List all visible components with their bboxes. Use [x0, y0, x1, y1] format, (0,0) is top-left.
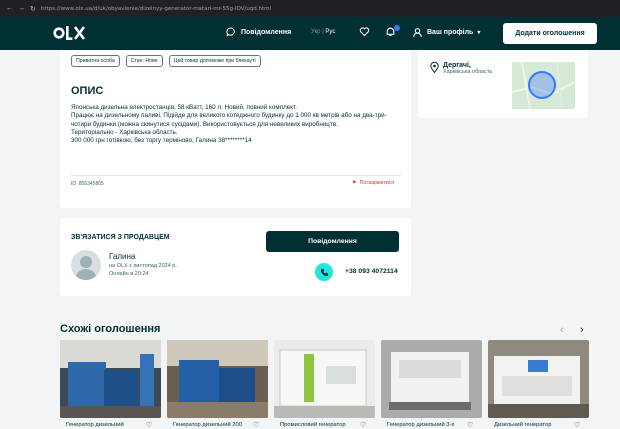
location-region: Харківська область: [443, 69, 493, 75]
phone-glyph-icon: [320, 268, 328, 276]
map-graphic: [512, 62, 575, 109]
similar-item-title[interactable]: Генератор дизельний 200: [173, 422, 242, 428]
generator-photo: [488, 340, 589, 418]
header-messages[interactable]: Повідомлення: [226, 27, 291, 37]
message-seller-button[interactable]: Повідомлення: [266, 231, 399, 252]
phone-icon[interactable]: [315, 263, 333, 281]
similar-item-image[interactable]: [274, 340, 375, 418]
tag-list: Приватна особа Стан: Нове Цей товар допо…: [71, 55, 261, 67]
similar-item-image[interactable]: [60, 340, 161, 418]
similar-item-image[interactable]: [381, 340, 482, 418]
profile-label: Ваш профіль: [427, 29, 474, 36]
seller-phone[interactable]: +38 093 4072114: [345, 268, 398, 275]
add-listing-button[interactable]: Додати оголошення: [503, 23, 597, 44]
carousel-next-icon[interactable]: ›: [580, 324, 584, 336]
favorite-heart-icon[interactable]: ♡: [146, 421, 152, 429]
report-link[interactable]: ⚑ Поскаржитися: [352, 180, 394, 186]
generator-photo: [60, 340, 161, 418]
lang-ukr[interactable]: Укр: [311, 29, 321, 35]
generator-photo: [381, 340, 482, 418]
description-line: Працює на дизельному паливі. Підійде для…: [71, 112, 387, 128]
profile-menu[interactable]: Ваш профіль ▾: [412, 27, 480, 38]
favorite-heart-icon[interactable]: ♡: [467, 421, 473, 429]
tag-condition[interactable]: Стан: Нове: [125, 55, 163, 67]
seller-since: на OLX з листопад 2024 р.: [109, 263, 177, 269]
reload-icon[interactable]: ↻: [30, 5, 36, 13]
description-heading: ОПИС: [71, 85, 104, 97]
chat-icon: [226, 27, 235, 37]
avatar-placeholder-icon: [75, 256, 97, 280]
similar-item-title[interactable]: Дизельний генератор: [494, 422, 551, 428]
location-pin-icon: [430, 62, 439, 73]
language-switch: Укр | Рус: [311, 29, 335, 35]
notification-badge: [394, 25, 400, 31]
similar-item-image[interactable]: [488, 340, 589, 418]
generator-photo: [167, 340, 268, 418]
description-line: 300 000 грн готівкою, без торгу термінов…: [71, 137, 252, 145]
user-icon: [413, 28, 422, 37]
url-bar[interactable]: https://www.olx.ua/d/uk/obyavlenie/dizel…: [41, 6, 614, 12]
header-messages-label: Повідомлення: [241, 28, 292, 36]
olx-logo[interactable]: [53, 23, 86, 43]
location-info: Дергачі, Харківська область: [430, 62, 492, 75]
seller-online: Онлайн в 20:24: [109, 271, 149, 277]
favorite-heart-icon[interactable]: ♡: [360, 421, 366, 429]
description-line: Територіально - Харківська область.: [71, 128, 178, 136]
generator-photo: [274, 340, 375, 418]
lang-separator: |: [322, 29, 324, 35]
divider: [71, 175, 401, 176]
tag-blackout[interactable]: Цей товар допоможе при блекауті: [168, 55, 261, 67]
location-map[interactable]: [512, 62, 575, 109]
tag-private[interactable]: Приватна особа: [71, 55, 120, 67]
avatar: [71, 250, 101, 280]
favorite-heart-icon[interactable]: ♡: [574, 421, 580, 429]
flag-icon: ⚑: [352, 180, 357, 186]
forward-icon[interactable]: →: [18, 5, 25, 12]
description-text: Японська дизельна електростанція, 58 кВа…: [71, 104, 401, 145]
heart-icon[interactable]: [359, 26, 370, 37]
browser-bar: ← → ↻ https://www.olx.ua/d/uk/obyavlenie…: [0, 0, 620, 17]
carousel-prev-icon[interactable]: ‹: [560, 324, 564, 336]
seller-name[interactable]: Галина: [109, 252, 135, 261]
similar-item-title[interactable]: Генератор дизельний: [66, 422, 124, 428]
ad-id: ID: 856345865: [71, 181, 104, 187]
favorite-heart-icon[interactable]: ♡: [253, 421, 259, 429]
similar-heading: Схожі оголошення: [60, 323, 161, 335]
report-label: Поскаржитися: [359, 180, 395, 186]
contact-heading: ЗВ'ЯЗАТИСЯ З ПРОДАВЦЕМ: [71, 234, 170, 241]
similar-item-title[interactable]: Генератор дизельний 3-х: [387, 422, 454, 428]
chevron-down-icon: ▾: [477, 30, 481, 36]
back-icon[interactable]: ←: [6, 5, 13, 12]
lang-rus[interactable]: Рус: [325, 29, 335, 35]
similar-item-image[interactable]: [167, 340, 268, 418]
location-city: Дергачі,: [443, 62, 471, 69]
similar-item-title[interactable]: Промисловий генератор: [280, 422, 346, 428]
